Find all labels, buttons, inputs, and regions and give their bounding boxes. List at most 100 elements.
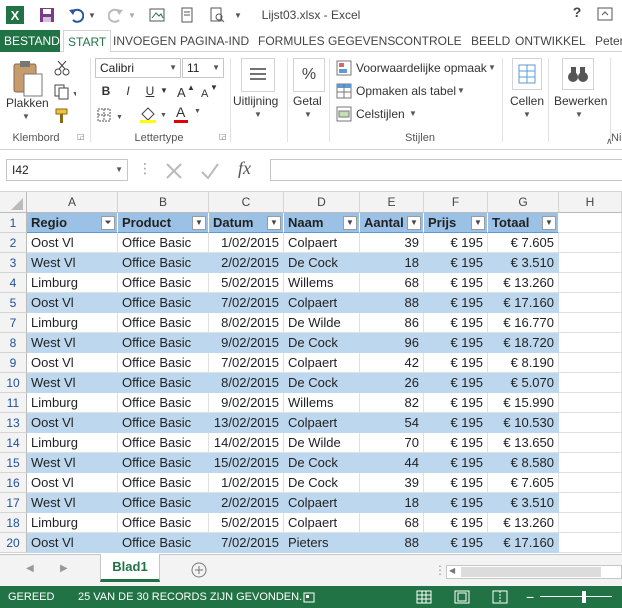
- filter-dropdown-icon[interactable]: ▼: [343, 216, 357, 230]
- table-cell[interactable]: € 13.650: [488, 433, 559, 453]
- binoculars-icon[interactable]: [562, 58, 594, 90]
- table-cell[interactable]: € 17.160: [488, 293, 559, 313]
- clipboard-launcher-icon[interactable]: ◲: [77, 132, 85, 141]
- table-cell[interactable]: 54: [360, 413, 424, 433]
- table-cell[interactable]: € 195: [424, 373, 488, 393]
- filter-dropdown-icon[interactable]: ▼: [471, 216, 485, 230]
- row-header[interactable]: 5: [0, 293, 27, 313]
- conditional-formatting-label[interactable]: Voorwaardelijke opmaak: [356, 61, 487, 75]
- table-cell[interactable]: Oost Vl: [27, 353, 118, 373]
- editing-label[interactable]: Bewerken: [554, 94, 607, 108]
- table-cell[interactable]: € 195: [424, 533, 488, 553]
- table-cell[interactable]: Limburg: [27, 273, 118, 293]
- empty-cell[interactable]: [559, 413, 622, 433]
- table-cell[interactable]: West Vl: [27, 493, 118, 513]
- paste-dropdown-icon[interactable]: ▼: [22, 112, 30, 121]
- table-cell[interactable]: Office Basic: [118, 393, 209, 413]
- tab-invoegen[interactable]: INVOEGEN: [109, 30, 180, 52]
- table-cell[interactable]: € 13.260: [488, 513, 559, 533]
- table-cell[interactable]: € 195: [424, 293, 488, 313]
- format-as-table-label[interactable]: Opmaken als tabel: [356, 84, 456, 98]
- table-cell[interactable]: 42: [360, 353, 424, 373]
- sheet-tab-blad1[interactable]: Blad1: [100, 554, 160, 582]
- conditional-formatting-icon[interactable]: [336, 60, 352, 79]
- table-cell[interactable]: Office Basic: [118, 293, 209, 313]
- number-format-icon[interactable]: %: [293, 58, 325, 92]
- tab-gegevens[interactable]: GEGEVENS: [324, 30, 399, 52]
- table-cell[interactable]: 5/02/2015: [209, 273, 284, 293]
- empty-cell[interactable]: [559, 533, 622, 553]
- alignment-dropdown-icon[interactable]: ▼: [254, 110, 262, 119]
- paste-icon[interactable]: [10, 58, 46, 98]
- number-dropdown-icon[interactable]: ▼: [304, 110, 312, 119]
- user-name[interactable]: Peter: [591, 30, 622, 52]
- empty-cell[interactable]: [559, 393, 622, 413]
- spreadsheet-grid[interactable]: ABCDEFGH 1 Regio ⏷ Product ▼ Datum ▼ Naam ▼ Aanta…: [0, 192, 622, 554]
- row-header[interactable]: 11: [0, 393, 27, 413]
- name-box[interactable]: I42 ▼: [6, 159, 128, 181]
- table-cell[interactable]: Office Basic: [118, 533, 209, 553]
- tab-formules[interactable]: FORMULES: [254, 30, 329, 52]
- table-cell[interactable]: 86: [360, 313, 424, 333]
- table-cell[interactable]: Limburg: [27, 313, 118, 333]
- table-cell[interactable]: Office Basic: [118, 513, 209, 533]
- empty-cell[interactable]: [559, 233, 622, 253]
- table-cell[interactable]: Willems: [284, 393, 360, 413]
- table-cell[interactable]: Limburg: [27, 513, 118, 533]
- empty-cell[interactable]: [559, 333, 622, 353]
- table-cell[interactable]: 7/02/2015: [209, 353, 284, 373]
- table-header-cell[interactable]: Datum ▼: [209, 213, 284, 233]
- macro-record-icon[interactable]: [302, 586, 316, 608]
- table-cell[interactable]: Willems: [284, 273, 360, 293]
- table-cell[interactable]: Office Basic: [118, 473, 209, 493]
- alignment-icon[interactable]: [241, 58, 275, 92]
- font-color-icon[interactable]: A ▼: [172, 104, 204, 124]
- table-cell[interactable]: € 7.605: [488, 233, 559, 253]
- empty-cell[interactable]: [559, 213, 622, 233]
- fill-color-icon[interactable]: ▼: [138, 104, 168, 127]
- tab-pagina-indeling[interactable]: PAGINA-IND: [176, 30, 253, 52]
- tab-beeld[interactable]: BEELD: [467, 30, 514, 52]
- help-button[interactable]: ?: [566, 4, 588, 24]
- page-break-view-icon[interactable]: [492, 586, 508, 608]
- tab-ontwikkel[interactable]: ONTWIKKEL: [511, 30, 590, 52]
- table-cell[interactable]: 82: [360, 393, 424, 413]
- table-header-cell[interactable]: Aantal ▼: [360, 213, 424, 233]
- bold-button[interactable]: B: [96, 82, 116, 100]
- table-cell[interactable]: 96: [360, 333, 424, 353]
- chevron-down-icon[interactable]: ▼: [457, 86, 465, 95]
- table-cell[interactable]: 68: [360, 273, 424, 293]
- row-header[interactable]: 17: [0, 493, 27, 513]
- font-name-select[interactable]: Calibri ▼: [95, 58, 181, 78]
- cell-styles-label[interactable]: Celstijlen: [356, 107, 405, 121]
- table-cell[interactable]: De Cock: [284, 453, 360, 473]
- row-header[interactable]: 4: [0, 273, 27, 293]
- table-cell[interactable]: West Vl: [27, 333, 118, 353]
- table-cell[interactable]: Colpaert: [284, 353, 360, 373]
- table-cell[interactable]: 44: [360, 453, 424, 473]
- format-as-table-icon[interactable]: [336, 83, 352, 102]
- table-cell[interactable]: € 5.070: [488, 373, 559, 393]
- table-cell[interactable]: € 16.770: [488, 313, 559, 333]
- table-cell[interactable]: 39: [360, 233, 424, 253]
- table-cell[interactable]: De Cock: [284, 373, 360, 393]
- table-cell[interactable]: € 7.605: [488, 473, 559, 493]
- table-cell[interactable]: € 195: [424, 493, 488, 513]
- table-cell[interactable]: € 195: [424, 473, 488, 493]
- empty-cell[interactable]: [559, 373, 622, 393]
- insert-function-icon[interactable]: fx: [238, 158, 251, 179]
- empty-cell[interactable]: [559, 453, 622, 473]
- table-cell[interactable]: € 15.990: [488, 393, 559, 413]
- table-cell[interactable]: 5/02/2015: [209, 513, 284, 533]
- column-header-e[interactable]: E: [360, 192, 424, 213]
- column-header-g[interactable]: G: [488, 192, 559, 213]
- formula-input[interactable]: [270, 159, 622, 181]
- row-header[interactable]: 15: [0, 453, 27, 473]
- tab-controle[interactable]: CONTROLE: [391, 30, 466, 52]
- table-cell[interactable]: Colpaert: [284, 233, 360, 253]
- table-cell[interactable]: 13/02/2015: [209, 413, 284, 433]
- table-cell[interactable]: 7/02/2015: [209, 533, 284, 553]
- row-header[interactable]: 3: [0, 253, 27, 273]
- borders-icon[interactable]: ▼: [96, 106, 126, 127]
- underline-dropdown-icon[interactable]: ▼: [158, 82, 170, 100]
